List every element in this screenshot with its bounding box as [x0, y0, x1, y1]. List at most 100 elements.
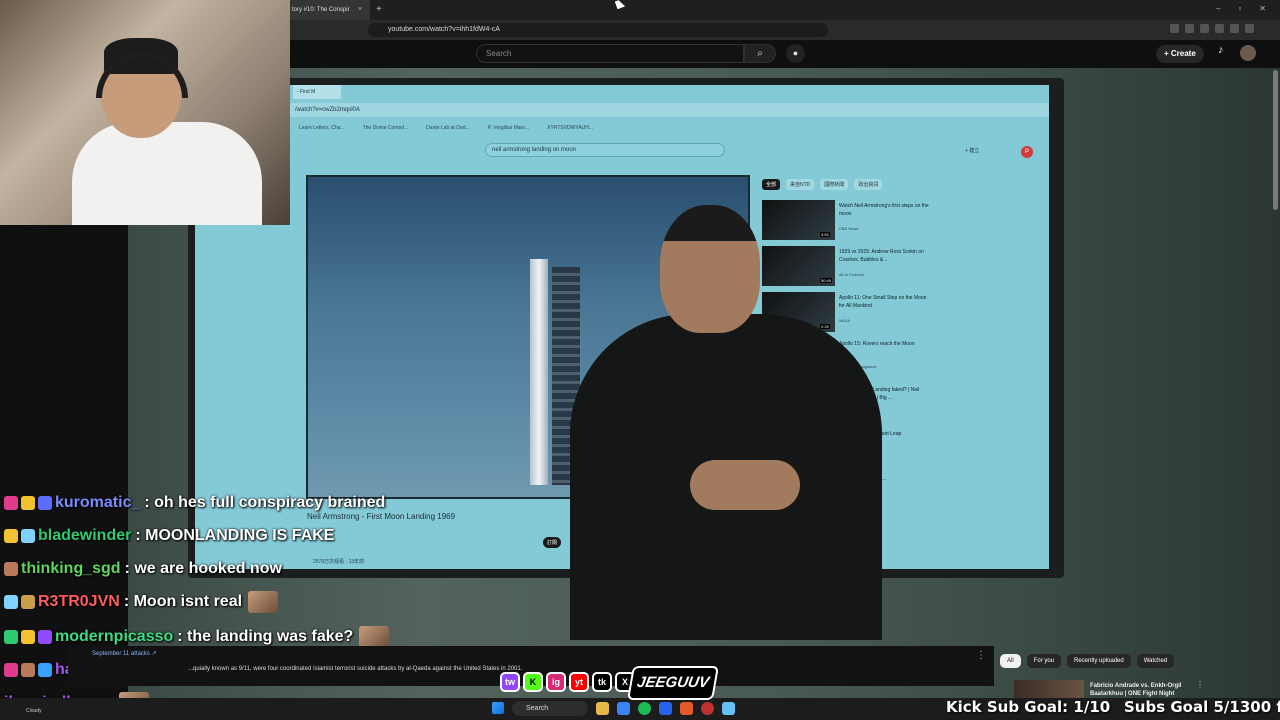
spotify-icon[interactable] — [638, 702, 651, 715]
rec-duration: 50:49 — [820, 278, 833, 283]
extension-icon[interactable] — [1245, 24, 1254, 33]
kick-icon: K — [523, 672, 543, 692]
mic-icon[interactable]: ● — [786, 44, 805, 63]
rec-title: Apollo 11: One Small Step on the Moon fo… — [839, 295, 927, 309]
chat-text: : the landing was fake? — [177, 628, 354, 645]
avatar[interactable] — [1240, 45, 1256, 61]
facecam — [0, 0, 290, 225]
browser-tab-bar: tory #10: The Conspir × + – ▫ ✕ — [290, 0, 1280, 20]
extension-icon[interactable] — [1215, 24, 1224, 33]
bookmark-item: Learn Letters, Cha... — [299, 125, 345, 131]
chat-emote-icon — [248, 591, 279, 613]
taskbar-search[interactable]: Search — [512, 701, 588, 716]
extension-icon[interactable] — [1230, 24, 1239, 33]
new-tab-button[interactable]: + — [376, 0, 382, 20]
chip-watched[interactable]: Watched — [1136, 654, 1175, 668]
feed-chips: All For you Recently uploaded Watched — [1000, 654, 1175, 668]
chat-username[interactable]: bladewinder — [38, 527, 131, 545]
chat-badge-icon — [38, 663, 52, 677]
chat-badge-icon — [4, 663, 18, 677]
chat-username[interactable]: modernpicasso — [55, 628, 173, 646]
inner-tab: - First M — [293, 85, 341, 99]
rec-duration: 3:53 — [820, 232, 830, 237]
bookmark-item: P. Vergilius Maro... — [487, 125, 530, 131]
steam-icon[interactable] — [722, 702, 735, 715]
chat-username[interactable]: R3TR0JVN — [38, 593, 120, 611]
inner-chip: 来自NTD — [786, 179, 815, 190]
chat-emote-icon — [359, 626, 390, 648]
window-controls: – ▫ ✕ — [1216, 0, 1266, 18]
stream-frame: tory #10: The Conspir × + – ▫ ✕ youtube.… — [0, 0, 1280, 720]
chat-badge-icon — [4, 496, 18, 510]
presenter-head — [660, 205, 760, 333]
rec-channel: All-In Podcast — [839, 272, 864, 277]
bell-icon[interactable]: ♪ — [1218, 44, 1224, 56]
bookmark-item: Dante Lab at Dart... — [426, 125, 470, 131]
rec-channel: NASA — [839, 318, 850, 323]
extension-icon[interactable] — [1170, 24, 1179, 33]
context-description: ...quially known as 9/11, were four coor… — [188, 666, 523, 672]
close-window-icon[interactable]: ✕ — [1259, 0, 1266, 18]
inner-create-button: + 建立 — [965, 148, 980, 154]
chat-text: : we are hooked now — [124, 560, 282, 577]
chat-message: kuromatic_: oh hes full conspiracy brain… — [4, 488, 385, 518]
chat-message: thinking_sgd: we are hooked now — [4, 554, 282, 584]
more-icon[interactable]: ⋮ — [976, 650, 986, 661]
close-tab-icon[interactable]: × — [358, 0, 362, 20]
chat-badge-icon — [38, 496, 52, 510]
chat-username[interactable]: thinking_sgd — [21, 560, 121, 578]
extension-icon[interactable] — [1200, 24, 1209, 33]
brave-icon[interactable] — [680, 702, 693, 715]
tiktok-icon: tk — [592, 672, 612, 692]
social-icons: tw K ig yt tk X — [500, 672, 635, 692]
chat-badge-icon — [21, 595, 35, 609]
chat-badge-icon — [4, 595, 18, 609]
chat-text: : Moon isnt real — [123, 593, 243, 610]
chip-for-you[interactable]: For you — [1026, 654, 1062, 668]
rec-title[interactable]: Fabricio Andrade vs. Enkh-Orgil Baatarkh… — [1090, 682, 1198, 698]
rec-title: Watch Neil Armstrong's first steps on th… — [839, 203, 929, 217]
rec-thumbnail[interactable] — [1014, 680, 1084, 700]
inner-recommendation: 50:49 1929 vs 2025: Andrew Ross Sorkin o… — [762, 246, 1022, 286]
maximize-icon[interactable]: ▫ — [1238, 0, 1241, 18]
extensions-group — [1170, 24, 1254, 33]
rec-title: Apollo 15: Rovers reach the Moon — [839, 341, 915, 347]
chat-badge-icon — [38, 630, 52, 644]
minimize-icon[interactable]: – — [1216, 0, 1220, 18]
app-icon[interactable] — [701, 702, 714, 715]
chip-recently-uploaded[interactable]: Recently uploaded — [1067, 654, 1131, 668]
bookmark-item: The Divine Comed... — [362, 125, 409, 131]
chat-username[interactable]: kuromatic_ — [55, 494, 140, 512]
address-bar: youtube.com/watch?v=ihh1fdW4-cA — [290, 20, 1280, 40]
inner-chip: 國際新聞 — [820, 179, 849, 190]
inner-recommendation: 3:53 Watch Neil Armstrong's first steps … — [762, 200, 1022, 240]
inner-chips: 全部 来自NTD 國際新聞 政治資訊 — [762, 179, 883, 190]
windows-start-icon[interactable] — [492, 702, 504, 714]
chat-badge-icon — [4, 630, 18, 644]
chip-all[interactable]: All — [1000, 654, 1021, 668]
extension-icon[interactable] — [1185, 24, 1194, 33]
inner-search-box: neil armstrong landing on moon — [485, 143, 725, 157]
youtube-search-input[interactable]: Search — [476, 44, 744, 63]
brand-logo: JEEGUUV — [627, 666, 719, 700]
chat-message: bladewinder: MOONLANDING IS FAKE — [4, 521, 334, 551]
browser-tab-title: tory #10: The Conspir — [292, 7, 350, 13]
rec-channel: CBS News — [839, 226, 859, 231]
chat-message: R3TR0JVN: Moon isnt real — [4, 587, 279, 617]
more-icon[interactable]: ⋮ — [1196, 680, 1204, 689]
create-button[interactable]: + Create — [1156, 45, 1204, 63]
app-icon[interactable] — [659, 702, 672, 715]
instagram-icon: ig — [546, 672, 566, 692]
chat-text: : oh hes full conspiracy brained — [144, 494, 386, 511]
search-icon[interactable]: ⌕ — [744, 44, 776, 63]
bookmark-item: XYRTSVDWYAUH... — [547, 125, 594, 131]
context-link[interactable]: September 11 attacks ↗ — [92, 650, 157, 657]
folder-icon[interactable] — [596, 702, 609, 715]
app-icon[interactable] — [617, 702, 630, 715]
twitch-icon: tw — [500, 672, 520, 692]
weather-label: Cloudy — [26, 708, 42, 714]
subs-goal: Subs Goal 5/1300 fire — [1124, 698, 1280, 716]
page-scrollbar[interactable] — [1273, 70, 1278, 210]
youtube-header: Search ⌕ ● + Create ♪ — [290, 40, 1280, 68]
chat-badge-icon — [4, 529, 18, 543]
